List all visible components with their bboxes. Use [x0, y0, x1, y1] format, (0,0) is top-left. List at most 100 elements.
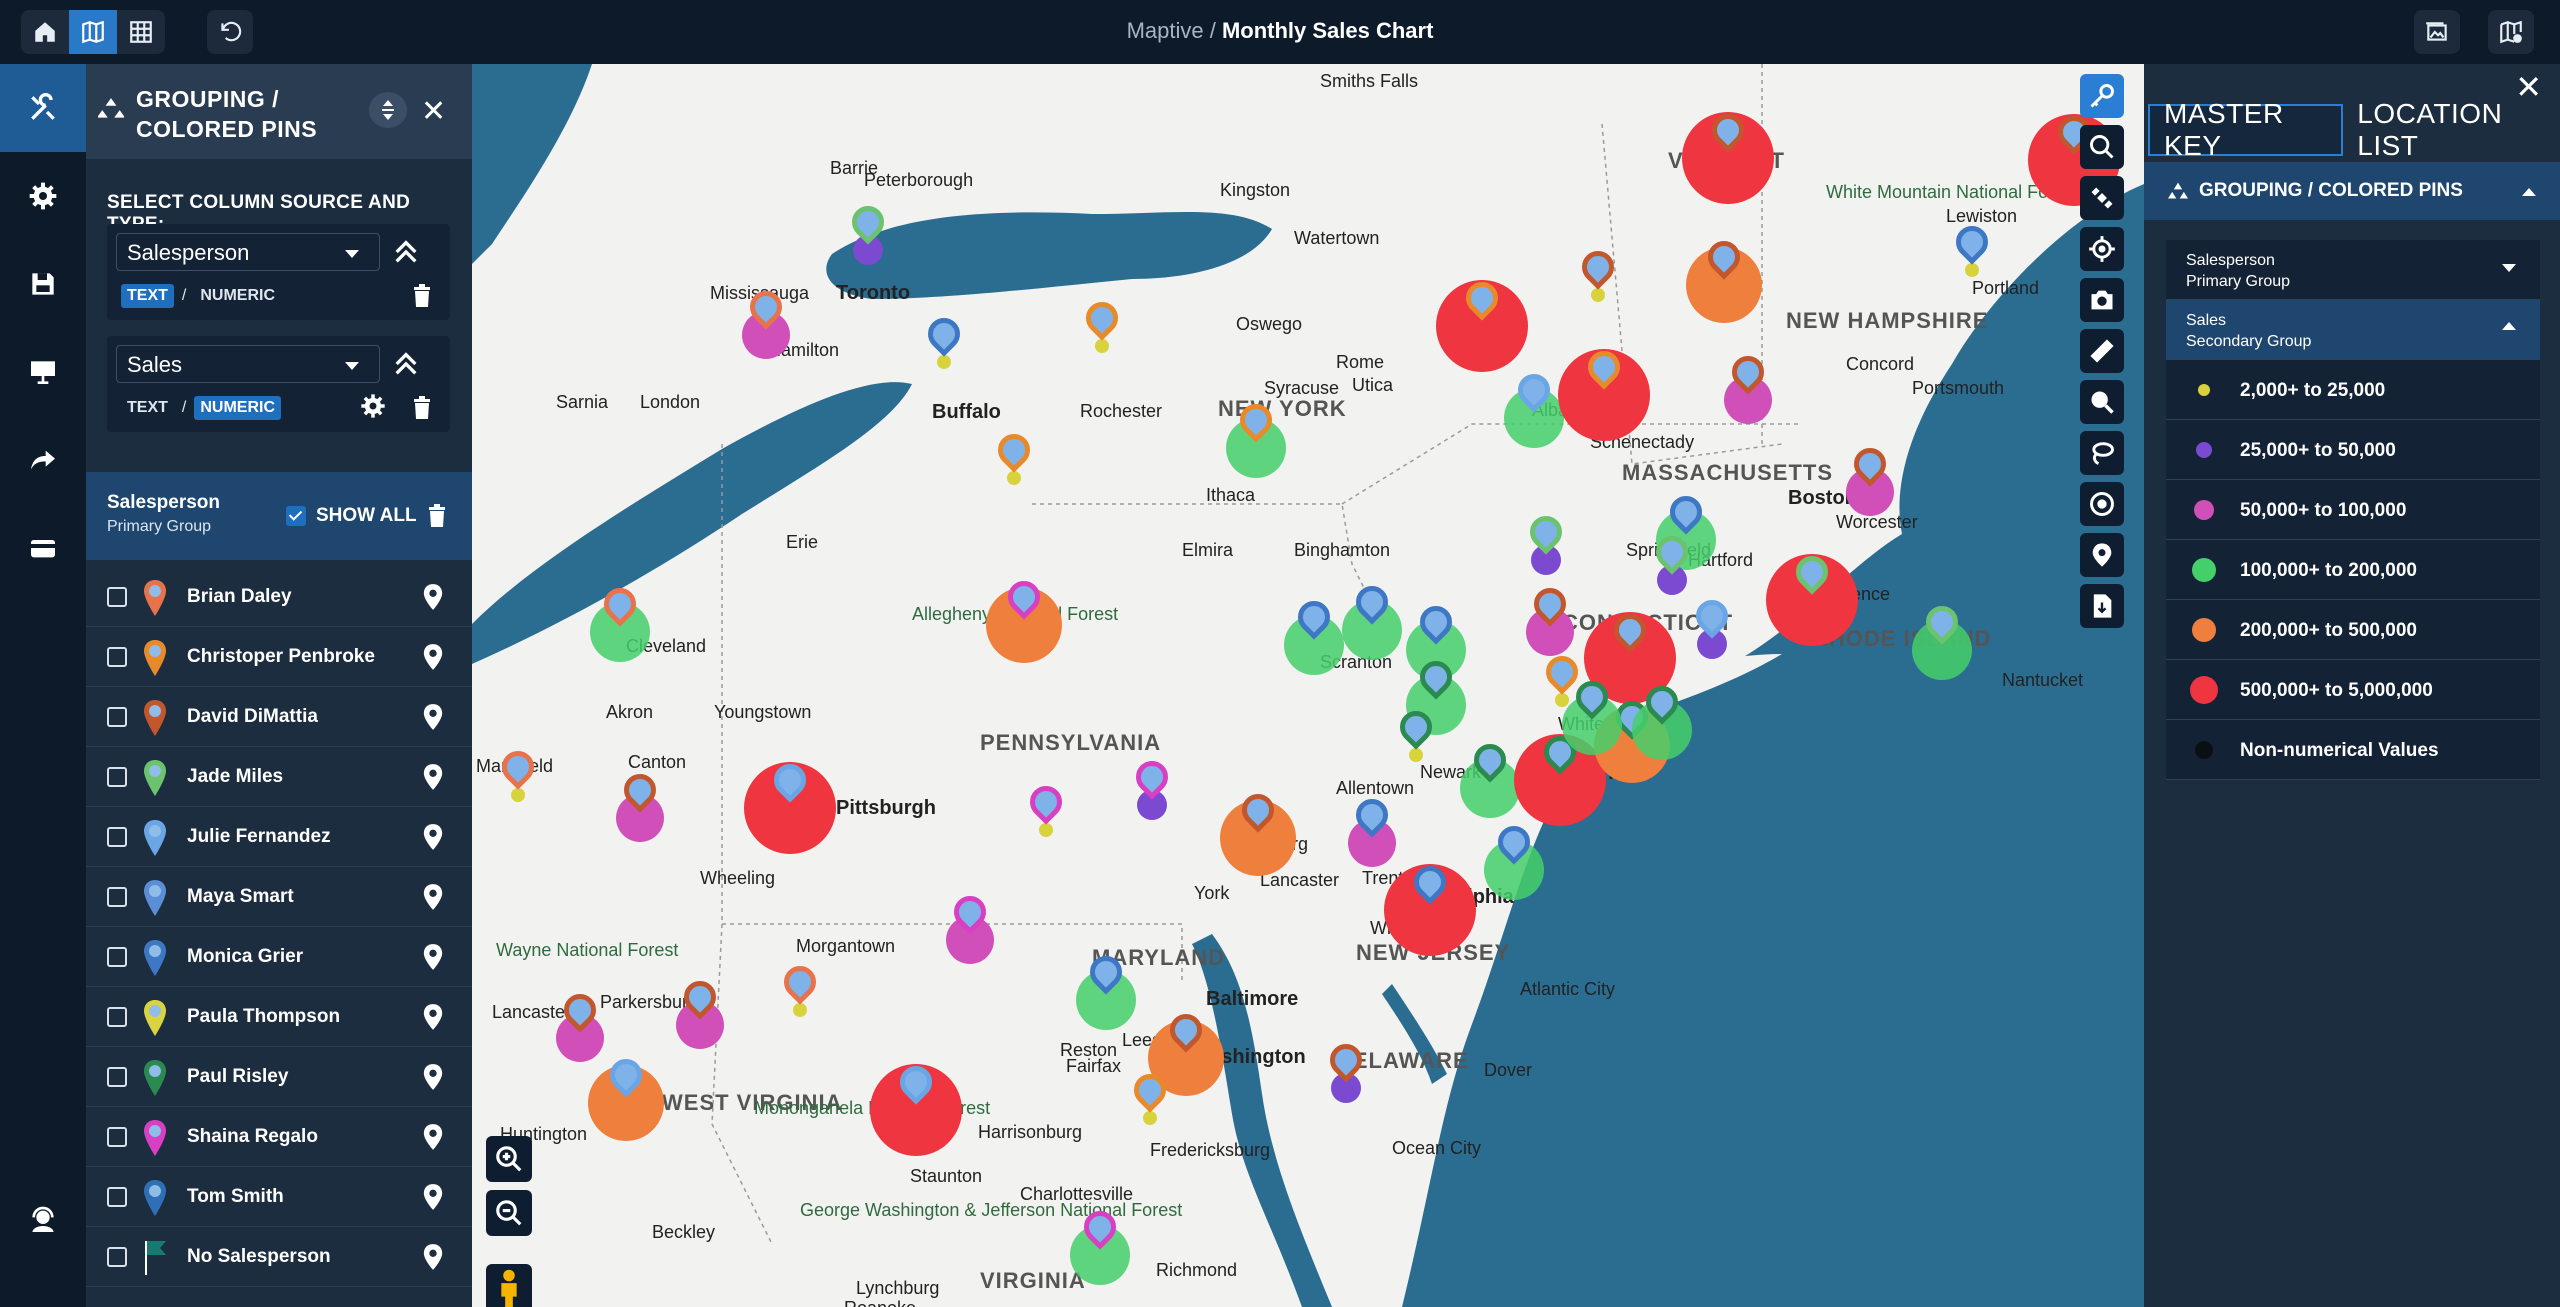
show-all-toggle[interactable]: SHOW ALL	[286, 504, 447, 528]
image-export-button[interactable]	[2414, 10, 2460, 54]
legend-item[interactable]: 2,000+ to 25,000	[2166, 360, 2540, 420]
rail-support-button[interactable]	[0, 1176, 86, 1264]
satellite-tool[interactable]	[2080, 176, 2124, 220]
salesperson-checkbox[interactable]	[107, 1247, 127, 1267]
locate-pin-icon[interactable]	[422, 1243, 444, 1271]
salesperson-checkbox[interactable]	[107, 947, 127, 967]
salesperson-checkbox[interactable]	[107, 767, 127, 787]
rail-settings-button[interactable]	[0, 152, 86, 240]
street-view-pegman[interactable]	[486, 1264, 532, 1307]
locate-pin-icon[interactable]	[422, 943, 444, 971]
sales-bubble[interactable]	[793, 1003, 807, 1017]
legend-item[interactable]: 25,000+ to 50,000	[2166, 420, 2540, 480]
trash-icon[interactable]	[412, 284, 432, 308]
double-chevron-up-icon[interactable]	[389, 236, 423, 268]
locate-pin-icon[interactable]	[422, 823, 444, 851]
zoom-out-button[interactable]	[486, 1190, 532, 1236]
locate-tool[interactable]	[2080, 227, 2124, 271]
zoom-area-tool[interactable]	[2080, 380, 2124, 424]
locate-pin-icon[interactable]	[422, 1003, 444, 1031]
legend-item[interactable]: 50,000+ to 100,000	[2166, 480, 2540, 540]
double-chevron-up-icon[interactable]	[389, 348, 423, 380]
salesperson-row[interactable]: No Salesperson	[86, 1227, 472, 1287]
sales-bubble[interactable]	[1409, 748, 1423, 762]
screenshot-tool[interactable]	[2080, 278, 2124, 322]
salesperson-checkbox[interactable]	[107, 1007, 127, 1027]
legend-item[interactable]: 200,000+ to 500,000	[2166, 600, 2540, 660]
text-type-option[interactable]: TEXT	[121, 396, 174, 420]
salesperson-row[interactable]: Paula Thompson	[86, 987, 472, 1047]
salesperson-checkbox[interactable]	[107, 827, 127, 847]
locate-pin-icon[interactable]	[422, 1183, 444, 1211]
rail-present-button[interactable]	[0, 328, 86, 416]
trash-icon[interactable]	[412, 396, 432, 420]
locate-pin-icon[interactable]	[422, 1063, 444, 1091]
sales-bubble[interactable]	[1007, 471, 1021, 485]
salesperson-checkbox[interactable]	[107, 707, 127, 727]
add-map-button[interactable]	[2488, 10, 2534, 54]
locate-pin-icon[interactable]	[422, 583, 444, 611]
legend-item[interactable]: 500,000+ to 5,000,000	[2166, 660, 2540, 720]
sales-bubble[interactable]	[511, 788, 525, 802]
rail-share-button[interactable]	[0, 416, 86, 504]
column-dropdown[interactable]: Sales	[116, 345, 380, 383]
tab-master-key[interactable]: MASTER KEY	[2148, 98, 2344, 161]
salesperson-checkbox[interactable]	[107, 1127, 127, 1147]
salesperson-checkbox[interactable]	[107, 887, 127, 907]
chart-name[interactable]: Monthly Sales Chart	[1222, 18, 1433, 43]
lasso-tool[interactable]	[2080, 431, 2124, 475]
salesperson-row[interactable]: Jade Miles	[86, 747, 472, 807]
salesperson-row[interactable]: Paul Risley	[86, 1047, 472, 1107]
column-dropdown[interactable]: Salesperson	[116, 233, 380, 271]
salesperson-row[interactable]: Tom Smith	[86, 1167, 472, 1227]
salesperson-checkbox[interactable]	[107, 1187, 127, 1207]
legend-item[interactable]: Non-numerical Values	[2166, 720, 2540, 780]
locate-pin-icon[interactable]	[422, 1123, 444, 1151]
sales-bubble[interactable]	[1965, 263, 1979, 277]
salesperson-checkbox[interactable]	[107, 1067, 127, 1087]
primary-group-legend-header[interactable]: Salesperson Primary Group	[2166, 240, 2540, 300]
sales-bubble[interactable]	[1555, 693, 1569, 707]
export-tool[interactable]	[2080, 584, 2124, 628]
sales-bubble[interactable]	[1143, 1111, 1157, 1125]
sort-button[interactable]	[369, 92, 407, 128]
zoom-in-button[interactable]	[486, 1136, 532, 1182]
locate-pin-icon[interactable]	[422, 883, 444, 911]
rail-save-button[interactable]	[0, 240, 86, 328]
salesperson-row[interactable]: Julie Fernandez	[86, 807, 472, 867]
sales-bubble[interactable]	[1095, 339, 1109, 353]
legend-item[interactable]: 100,000+ to 200,000	[2166, 540, 2540, 600]
salesperson-row[interactable]: Brian Daley	[86, 567, 472, 627]
salesperson-checkbox[interactable]	[107, 587, 127, 607]
rail-billing-button[interactable]	[0, 504, 86, 592]
tab-location-list[interactable]: LOCATION LIST	[2343, 98, 2560, 161]
salesperson-row[interactable]: Shaina Regalo	[86, 1107, 472, 1167]
text-type-option[interactable]: TEXT	[121, 284, 174, 308]
salesperson-row[interactable]: Maya Smart	[86, 867, 472, 927]
trash-icon[interactable]	[427, 504, 447, 528]
search-tool[interactable]	[2080, 125, 2124, 169]
numeric-type-option[interactable]: NUMERIC	[194, 396, 282, 420]
gear-icon[interactable]	[359, 392, 387, 420]
close-icon[interactable]: ✕	[421, 94, 446, 129]
secondary-group-legend-header[interactable]: Sales Secondary Group	[2166, 300, 2540, 360]
add-location-tool[interactable]	[2080, 533, 2124, 577]
salesperson-row[interactable]: Christoper Penbroke	[86, 627, 472, 687]
distance-tool[interactable]	[2080, 329, 2124, 373]
salesperson-row[interactable]: David DiMattia	[86, 687, 472, 747]
locate-pin-icon[interactable]	[422, 643, 444, 671]
master-key-tool[interactable]	[2080, 74, 2124, 118]
locate-pin-icon[interactable]	[422, 703, 444, 731]
grouping-section-header[interactable]: GROUPING / COLORED PINS	[2144, 162, 2560, 220]
salesperson-checkbox[interactable]	[107, 647, 127, 667]
locate-pin-icon[interactable]	[422, 763, 444, 791]
numeric-type-option[interactable]: NUMERIC	[194, 284, 281, 308]
salesperson-row[interactable]: Monica Grier	[86, 927, 472, 987]
map-canvas[interactable]: VERMONTNEW HAMPSHIRENEW YORKMASSACHUSETT…	[472, 64, 2144, 1307]
rail-tools-button[interactable]	[0, 64, 86, 152]
show-all-checkbox[interactable]	[286, 506, 306, 526]
radius-tool[interactable]	[2080, 482, 2124, 526]
sales-bubble[interactable]	[1039, 823, 1053, 837]
sales-bubble[interactable]	[1591, 288, 1605, 302]
sales-bubble[interactable]	[937, 355, 951, 369]
